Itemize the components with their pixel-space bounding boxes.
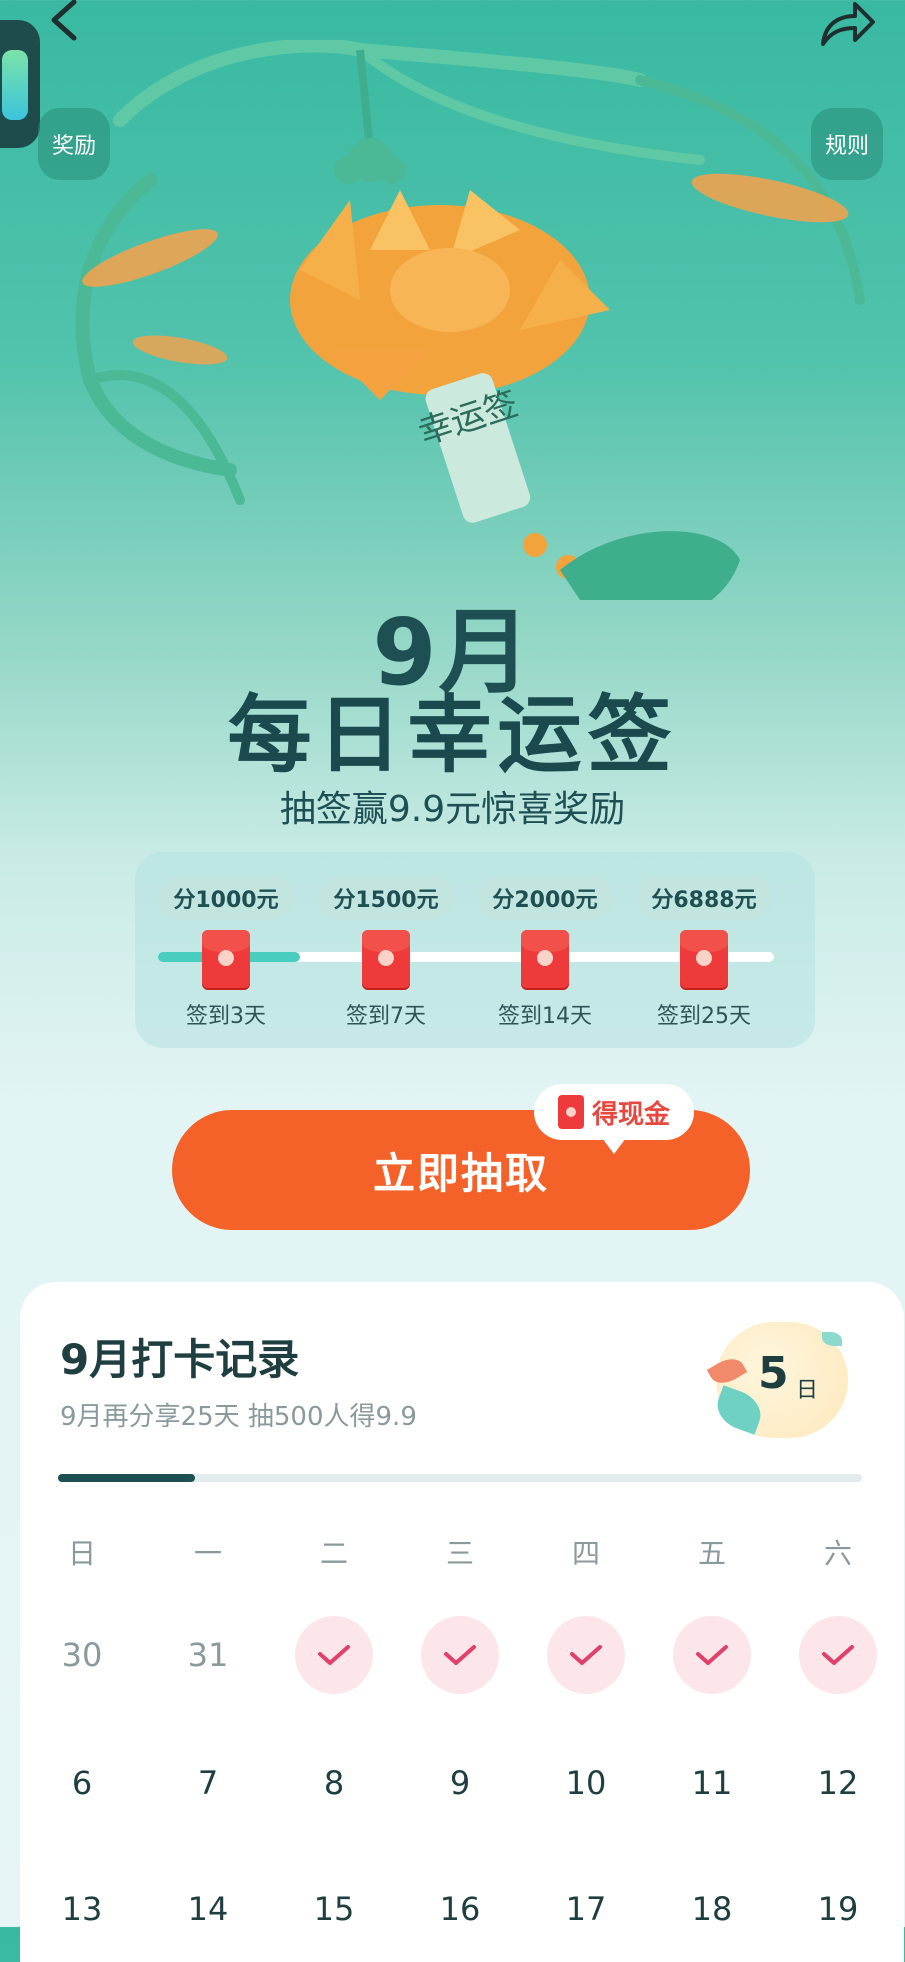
weekday-sat: 六 <box>823 1537 852 1570</box>
calendar-day[interactable]: 12 <box>798 1764 878 1802</box>
red-envelope-icon <box>557 1095 584 1129</box>
calendar-day[interactable]: 13 <box>42 1890 122 1928</box>
checked-day[interactable] <box>673 1616 751 1694</box>
red-envelope-icon[interactable] <box>202 930 250 988</box>
milestone-reward-4: 分6888元 <box>636 876 772 920</box>
streak-unit: 日 <box>796 1378 819 1403</box>
milestone-reward-2: 分1500元 <box>318 876 454 920</box>
calendar-day[interactable]: 7 <box>168 1764 248 1802</box>
milestone-label-4: 签到25天 <box>657 1004 751 1029</box>
weekday-wed: 三 <box>445 1537 474 1570</box>
check-icon <box>822 1645 854 1665</box>
calendar-day[interactable]: 6 <box>42 1764 122 1802</box>
cash-bubble-label: 得现金 <box>591 1099 670 1130</box>
record-subtitle: 9月再分享25天 抽500人得9.9 <box>60 1402 417 1432</box>
red-envelope-icon[interactable] <box>680 930 728 988</box>
milestone-label-1: 签到3天 <box>186 1004 266 1029</box>
calendar-day[interactable]: 16 <box>420 1890 500 1928</box>
hero-title: 每日幸运签 <box>227 685 678 784</box>
milestone-label-2: 签到7天 <box>346 1004 426 1029</box>
cash-bubble: 得现金 <box>534 1084 694 1154</box>
checked-day[interactable] <box>799 1616 877 1694</box>
checked-day[interactable] <box>295 1616 373 1694</box>
checked-day[interactable] <box>547 1616 625 1694</box>
weekday-thu: 四 <box>571 1537 600 1570</box>
calendar-day[interactable]: 17 <box>546 1890 626 1928</box>
weekday-mon: 一 <box>193 1537 222 1570</box>
red-envelope-icon[interactable] <box>362 930 410 988</box>
milestone-label-3: 签到14天 <box>498 1004 592 1029</box>
red-envelope-icon[interactable] <box>521 930 569 988</box>
calendar-day[interactable]: 14 <box>168 1890 248 1928</box>
calendar-day[interactable]: 19 <box>798 1890 878 1928</box>
checked-day[interactable] <box>421 1616 499 1694</box>
streak-days: 5 <box>758 1348 789 1399</box>
check-icon <box>570 1645 602 1665</box>
back-icon[interactable] <box>40 0 90 44</box>
milestone-reward-3: 分2000元 <box>477 876 613 920</box>
hero-subtitle: 抽签赢9.9元惊喜奖励 <box>279 789 626 830</box>
record-progress-fill <box>58 1474 195 1482</box>
weekday-sun: 日 <box>67 1537 96 1570</box>
calendar-day[interactable]: 30 <box>42 1636 122 1674</box>
record-title: 9月打卡记录 <box>60 1335 300 1384</box>
calendar-day[interactable]: 15 <box>294 1890 374 1928</box>
check-icon <box>318 1645 350 1665</box>
milestone-reward-1: 分1000元 <box>158 876 294 920</box>
calendar-day[interactable]: 8 <box>294 1764 374 1802</box>
calendar-day[interactable]: 18 <box>672 1890 752 1928</box>
calendar-day[interactable]: 9 <box>420 1764 500 1802</box>
check-icon <box>696 1645 728 1665</box>
weekday-fri: 五 <box>697 1537 726 1570</box>
lucky-charm-illustration: 幸运签 <box>75 40 865 600</box>
check-icon <box>444 1645 476 1665</box>
weekday-tue: 二 <box>319 1537 348 1570</box>
calendar-day[interactable]: 10 <box>546 1764 626 1802</box>
calendar-day[interactable]: 11 <box>672 1764 752 1802</box>
calendar-day[interactable]: 31 <box>168 1636 248 1674</box>
